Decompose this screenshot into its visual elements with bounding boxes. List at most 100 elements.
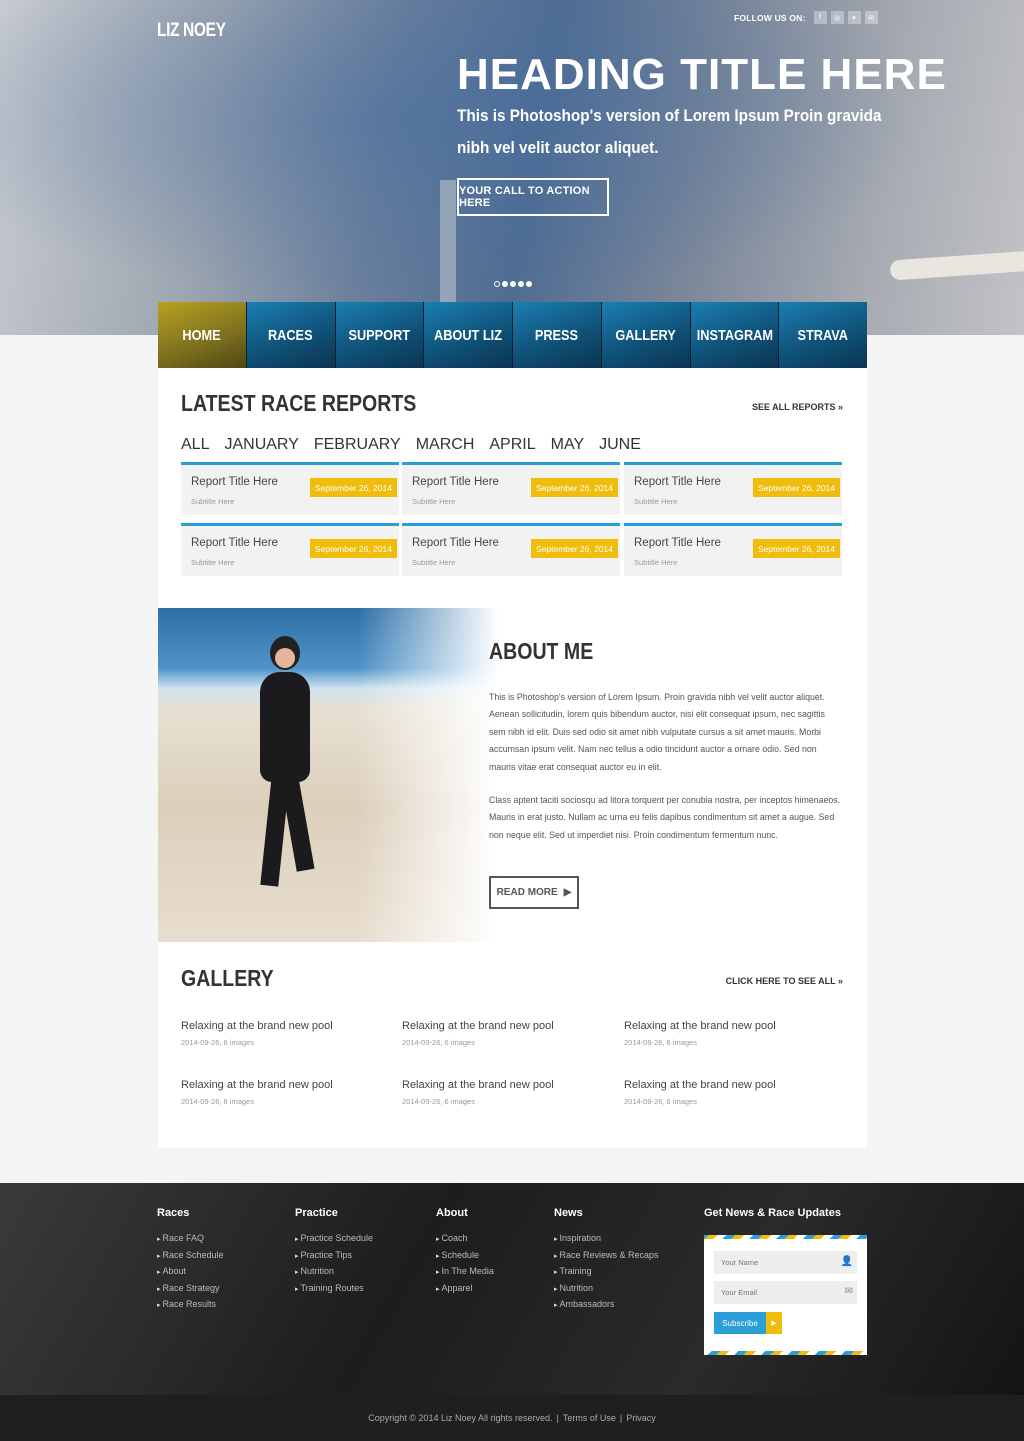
follow-label: FOLLOW US ON:: [734, 12, 806, 23]
runner-photo: [158, 608, 498, 942]
nav-press[interactable]: PRESS: [513, 302, 602, 368]
nav-strava[interactable]: STRAVA: [779, 302, 867, 368]
filter-all[interactable]: ALL: [181, 436, 209, 454]
envelope-icon: ✉: [844, 1286, 853, 1297]
footer-col-races: Races Race FAQ Race Schedule About Race …: [157, 1207, 224, 1314]
footer-col-about: About Coach Schedule In The Media Appare…: [436, 1207, 494, 1297]
main-content: LATEST RACE REPORTS SEE ALL REPORTS » AL…: [158, 368, 867, 1148]
filter-april[interactable]: APRIL: [489, 436, 535, 454]
read-more-button[interactable]: READ MORE ▶: [489, 876, 579, 909]
report-date: September 26, 2014: [309, 478, 397, 497]
gallery-item[interactable]: Relaxing at the brand new pool 2014-09-2…: [402, 1079, 602, 1106]
instagram-icon[interactable]: ◎: [830, 11, 844, 24]
newsletter-heading: Get News & Race Updates: [704, 1207, 841, 1219]
report-card[interactable]: Report Title Here Subtitle Here Septembe…: [624, 462, 842, 515]
footer-link[interactable]: In The Media: [441, 1266, 493, 1276]
see-all-reports-link[interactable]: SEE ALL REPORTS »: [752, 402, 843, 412]
footer-link[interactable]: Race Schedule: [162, 1250, 223, 1260]
footer-link[interactable]: Race Strategy: [162, 1283, 219, 1293]
slider-dot[interactable]: [494, 281, 500, 287]
filter-january[interactable]: JANUARY: [224, 436, 298, 454]
about-paragraph-2: Class aptent taciti sociosqu ad litora t…: [489, 795, 841, 840]
nav-about-liz[interactable]: ABOUT LIZ: [424, 302, 513, 368]
play-arrow-icon: ▶: [563, 887, 572, 898]
nav-races[interactable]: RACES: [246, 302, 336, 368]
slider-dot[interactable]: [502, 281, 508, 287]
arrow-right-icon[interactable]: ▶: [766, 1312, 782, 1334]
terms-link[interactable]: Terms of Use: [563, 1413, 616, 1423]
gallery-item[interactable]: Relaxing at the brand new pool 2014-09-2…: [624, 1079, 824, 1106]
footer-link[interactable]: Practice Tips: [300, 1250, 352, 1260]
footer-link[interactable]: Apparel: [441, 1283, 472, 1293]
nav-support[interactable]: SUPPORT: [335, 302, 425, 368]
footer-link[interactable]: Race FAQ: [162, 1233, 204, 1243]
report-date: September 26, 2014: [530, 539, 618, 558]
report-card[interactable]: Report Title Here Subtitle Here Septembe…: [402, 523, 620, 576]
report-date: September 26, 2014: [752, 539, 840, 558]
footer-link[interactable]: Nutrition: [559, 1283, 593, 1293]
nav-instagram[interactable]: INSTAGRAM: [690, 302, 780, 368]
month-filter: ALL JANUARY FEBRUARY MARCH APRIL MAY JUN…: [181, 436, 641, 454]
copyright-text: Copyright © 2014 Liz Noey All rights res…: [368, 1413, 553, 1423]
runner-figure: [248, 636, 328, 896]
report-date: September 26, 2014: [530, 478, 618, 497]
report-card[interactable]: Report Title Here Subtitle Here Septembe…: [402, 462, 620, 515]
gallery-item[interactable]: Relaxing at the brand new pool 2014-09-2…: [402, 1020, 602, 1047]
hero-subtitle: This is Photoshop's version of Lorem Ips…: [457, 106, 882, 157]
filter-march[interactable]: MARCH: [416, 436, 475, 454]
privacy-link[interactable]: Privacy: [626, 1413, 656, 1423]
name-input[interactable]: [714, 1251, 857, 1274]
twitter-icon[interactable]: ▾: [847, 11, 861, 24]
footer-col-practice: Practice Practice Schedule Practice Tips…: [295, 1207, 373, 1297]
slider-dot[interactable]: [510, 281, 516, 287]
footer-link[interactable]: Race Results: [162, 1299, 216, 1309]
site-logo[interactable]: LIZ NOEY: [157, 20, 226, 42]
report-date: September 26, 2014: [752, 478, 840, 497]
email-icon[interactable]: ✉: [864, 11, 878, 24]
gallery-item[interactable]: Relaxing at the brand new pool 2014-09-2…: [181, 1079, 381, 1106]
footer-link[interactable]: Training Routes: [300, 1283, 363, 1293]
footer-link[interactable]: Coach: [441, 1233, 467, 1243]
see-all-gallery-link[interactable]: CLICK HERE TO SEE ALL »: [726, 976, 843, 986]
gallery-item[interactable]: Relaxing at the brand new pool 2014-09-2…: [181, 1020, 381, 1047]
about-title: ABOUT ME: [489, 638, 594, 664]
filter-may[interactable]: MAY: [551, 436, 584, 454]
report-card[interactable]: Report Title Here Subtitle Here Septembe…: [624, 523, 842, 576]
facebook-icon[interactable]: f: [813, 11, 827, 24]
footer-link[interactable]: About: [162, 1266, 186, 1276]
filter-june[interactable]: JUNE: [599, 436, 641, 454]
report-date: September 26, 2014: [309, 539, 397, 558]
subscribe-button[interactable]: Subscribe: [714, 1312, 766, 1334]
email-input[interactable]: [714, 1281, 857, 1304]
footer-link[interactable]: Ambassadors: [559, 1299, 614, 1309]
nav-home[interactable]: HOME: [158, 302, 247, 368]
footer-link[interactable]: Race Reviews & Recaps: [559, 1250, 658, 1260]
user-icon: 👤: [840, 1256, 853, 1267]
nav-gallery[interactable]: GALLERY: [601, 302, 691, 368]
copyright-bar: Copyright © 2014 Liz Noey All rights res…: [0, 1395, 1024, 1441]
report-card[interactable]: Report Title Here Subtitle Here Septembe…: [181, 462, 399, 515]
report-card[interactable]: Report Title Here Subtitle Here Septembe…: [181, 523, 399, 576]
hero-banner: LIZ NOEY FOLLOW US ON: f ◎ ▾ ✉ HEADING T…: [0, 0, 1024, 335]
footer-link[interactable]: Schedule: [441, 1250, 479, 1260]
social-follow: FOLLOW US ON: f ◎ ▾ ✉: [734, 11, 878, 24]
site-footer: Races Race FAQ Race Schedule About Race …: [0, 1183, 1024, 1395]
footer-link[interactable]: Inspiration: [559, 1233, 601, 1243]
slider-dot[interactable]: [518, 281, 524, 287]
call-to-action-button[interactable]: YOUR CALL TO ACTION HERE: [457, 178, 609, 216]
slider-dots: [494, 281, 532, 287]
about-section: ABOUT ME This is Photoshop's version of …: [158, 608, 867, 942]
about-paragraph-1: This is Photoshop's version of Lorem Ips…: [489, 692, 825, 772]
footer-col-news: News Inspiration Race Reviews & Recaps T…: [554, 1207, 659, 1314]
reports-title: LATEST RACE REPORTS: [181, 390, 417, 416]
footer-link[interactable]: Practice Schedule: [300, 1233, 373, 1243]
gallery-title: GALLERY: [181, 965, 274, 991]
filter-february[interactable]: FEBRUARY: [314, 436, 401, 454]
footer-link[interactable]: Training: [559, 1266, 591, 1276]
gallery-item[interactable]: Relaxing at the brand new pool 2014-09-2…: [624, 1020, 824, 1047]
hero-title: HEADING TITLE HERE: [457, 50, 947, 99]
slider-dot[interactable]: [526, 281, 532, 287]
newsletter-form: 👤 ✉ Subscribe ▶: [704, 1235, 867, 1355]
footer-link[interactable]: Nutrition: [300, 1266, 334, 1276]
main-nav: HOME RACES SUPPORT ABOUT LIZ PRESS GALLE…: [158, 302, 867, 368]
